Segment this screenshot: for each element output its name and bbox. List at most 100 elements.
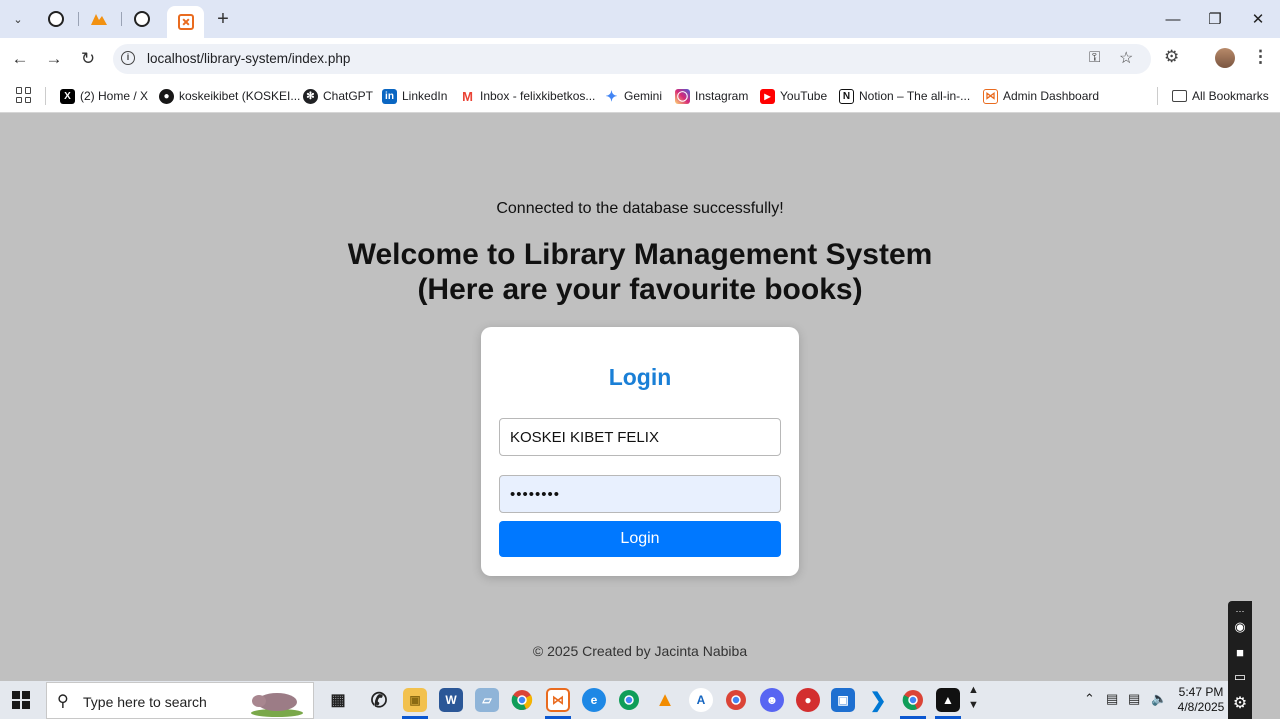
- openai-icon: ✻: [303, 88, 318, 104]
- bookmark-label: YouTube: [780, 89, 828, 103]
- bookmark-star-icon[interactable]: ☆: [1119, 48, 1133, 68]
- notes-icon[interactable]: ▱: [475, 688, 499, 712]
- youtube-icon: ▶: [760, 88, 775, 104]
- clock-time: 5:47 PM: [1178, 685, 1224, 699]
- network-icon[interactable]: ▤: [1128, 691, 1140, 707]
- bookmark-label: Gemini: [624, 89, 663, 103]
- openai-icon: [134, 11, 150, 27]
- profile-avatar[interactable]: [1215, 48, 1235, 68]
- all-bookmarks-label: All Bookmarks: [1192, 89, 1269, 103]
- apps-grid-icon[interactable]: [16, 87, 32, 103]
- file-explorer-icon[interactable]: ▣: [403, 688, 427, 712]
- whatsapp-icon[interactable]: ✆: [367, 688, 391, 712]
- bookmark-youtube[interactable]: ▶ YouTube: [760, 86, 827, 106]
- search-highlight-image: [251, 693, 303, 717]
- address-bar[interactable]: i localhost/library-system/index.php ⚿ ☆: [113, 44, 1151, 74]
- gear-icon[interactable]: ⚙: [1232, 695, 1248, 712]
- xampp-tab[interactable]: [167, 6, 204, 38]
- bookmark-label: Admin Dashboard: [1003, 89, 1100, 103]
- camera-icon[interactable]: ◉: [1232, 619, 1248, 635]
- reload-button[interactable]: ↻: [76, 47, 100, 71]
- system-clock[interactable]: 5:47 PM 4/8/2025: [1175, 685, 1227, 715]
- taskbar-search-placeholder[interactable]: Type here to search: [83, 694, 207, 710]
- taskbar-search[interactable]: ⚲ Type here to search: [46, 682, 314, 719]
- forward-button[interactable]: →: [42, 47, 66, 71]
- vlc-icon[interactable]: ▲: [653, 688, 677, 712]
- bookmarks-bar: X (2) Home / X ● koskeikibet (KOSKEI... …: [0, 80, 1280, 113]
- browser-menu-icon[interactable]: ⋮: [1252, 47, 1269, 67]
- password-input[interactable]: [499, 475, 781, 513]
- bookmark-label: koskeikibet (KOSKEI...: [179, 89, 301, 103]
- bookmark-label: (2) Home / X: [80, 89, 149, 103]
- new-tab-button[interactable]: +: [212, 8, 234, 30]
- bookmark-label: Notion – The all-in-...: [859, 89, 971, 103]
- video-camera-icon[interactable]: ■: [1232, 644, 1248, 660]
- chatgpt-tab[interactable]: [41, 6, 71, 32]
- bookmark-chatgpt[interactable]: ✻ ChatGPT: [303, 86, 373, 106]
- page-footer: © 2025 Created by Jacinta Nabiba: [532, 643, 748, 659]
- task-view-icon[interactable]: ▦: [326, 688, 350, 712]
- openai-icon: [48, 11, 64, 27]
- url-text[interactable]: localhost/library-system/index.php: [147, 51, 350, 66]
- folder-icon: [1172, 90, 1187, 102]
- all-bookmarks-button[interactable]: All Bookmarks: [1172, 86, 1269, 106]
- bookmark-notion[interactable]: N Notion – The all-in-...: [839, 86, 970, 106]
- xampp-icon[interactable]: ⋈: [546, 688, 570, 712]
- login-title: Login: [608, 364, 672, 390]
- site-info-icon[interactable]: i: [121, 51, 135, 65]
- vscode-icon[interactable]: ❯: [866, 688, 890, 712]
- chatgpt-tab-2[interactable]: [127, 6, 157, 32]
- gmail-icon: M: [460, 88, 475, 104]
- app-store-icon[interactable]: A: [689, 688, 713, 712]
- instagram-icon: ◯: [675, 88, 690, 104]
- volume-icon[interactable]: 🔈: [1151, 691, 1167, 707]
- maximize-button[interactable]: ❐: [1200, 8, 1230, 30]
- chrome-icon[interactable]: [510, 688, 534, 712]
- screen-icon[interactable]: ▭: [1232, 669, 1248, 685]
- discord-icon[interactable]: ☻: [760, 688, 784, 712]
- word-icon[interactable]: W: [439, 688, 463, 712]
- chrome-active-icon[interactable]: [901, 688, 925, 712]
- minimize-button[interactable]: —: [1158, 8, 1188, 30]
- show-hidden-icons-chevron-icon[interactable]: ⌃: [1084, 691, 1095, 707]
- taskbar-scroll-icon[interactable]: ▲ ▼: [968, 683, 979, 713]
- bookmark-divider: [45, 87, 46, 105]
- microsoft-store-icon[interactable]: ▣: [831, 688, 855, 712]
- login-button[interactable]: Login: [499, 521, 781, 557]
- bookmark-label: Inbox - felixkibetkos...: [480, 89, 596, 103]
- x-icon: X: [60, 88, 75, 104]
- tab-divider: [121, 12, 122, 26]
- notion-icon: N: [839, 88, 854, 104]
- recorder-icon[interactable]: ●: [796, 688, 820, 712]
- edge-icon[interactable]: e: [582, 688, 606, 712]
- capcut-icon[interactable]: ▲: [936, 688, 960, 712]
- windows-start-icon[interactable]: [12, 691, 30, 709]
- xampp-icon: ⋈: [983, 88, 998, 104]
- username-input[interactable]: [499, 418, 781, 456]
- tab-strip: ⌄ + — ❐ ✕: [0, 0, 1280, 38]
- password-key-icon[interactable]: ⚿: [1089, 49, 1100, 66]
- meet-now-icon[interactable]: ▤: [1106, 691, 1118, 707]
- linkedin-icon: in: [382, 88, 397, 104]
- recorder-options-icon[interactable]: ⋯: [1232, 603, 1248, 619]
- back-button[interactable]: ←: [8, 47, 32, 71]
- pma-tab[interactable]: [84, 6, 114, 32]
- extensions-icon[interactable]: ⚙: [1164, 47, 1179, 67]
- heading-line-2: (Here are your favourite books): [417, 273, 863, 306]
- tab-search-button[interactable]: ⌄: [6, 7, 30, 31]
- bookmark-gemini[interactable]: ✦ Gemini: [604, 86, 662, 106]
- bookmark-instagram[interactable]: ◯ Instagram: [675, 86, 748, 106]
- chrome-profile-icon[interactable]: [617, 688, 641, 712]
- chrome-profile-2-icon[interactable]: [724, 688, 748, 712]
- bookmark-linkedin[interactable]: in LinkedIn: [382, 86, 447, 106]
- bookmark-label: Instagram: [695, 89, 749, 103]
- bookmark-x[interactable]: X (2) Home / X: [60, 86, 148, 106]
- bookmark-github[interactable]: ● koskeikibet (KOSKEI...: [159, 86, 300, 106]
- github-icon: ●: [159, 88, 174, 104]
- bookmark-gmail[interactable]: M Inbox - felixkibetkos...: [460, 86, 595, 106]
- bookmark-admin-dashboard[interactable]: ⋈ Admin Dashboard: [983, 86, 1099, 106]
- bookmark-label: ChatGPT: [323, 89, 374, 103]
- screen-recorder-panel: ⋯ ◉ ■ ▭ ⚙: [1228, 601, 1252, 719]
- gemini-icon: ✦: [604, 87, 619, 104]
- close-button[interactable]: ✕: [1243, 8, 1273, 30]
